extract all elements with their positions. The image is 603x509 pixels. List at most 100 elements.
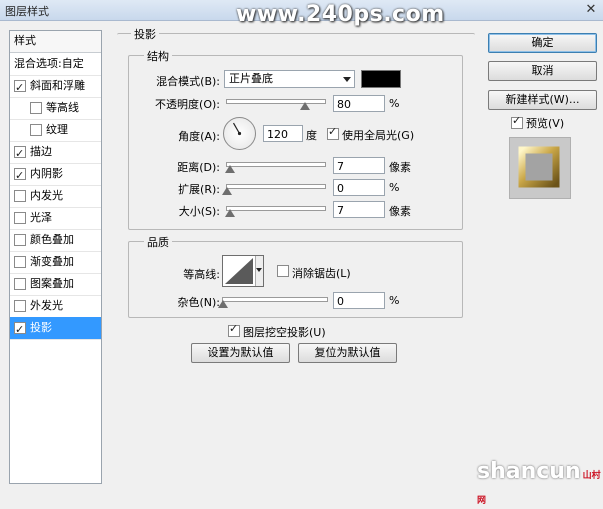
- cancel-button[interactable]: 取消: [488, 61, 597, 81]
- distance-unit: 像素: [389, 161, 411, 174]
- style-item-checkbox[interactable]: [30, 124, 42, 136]
- shadow-color-swatch[interactable]: [361, 70, 401, 88]
- watermark: www.240ps.com: [236, 2, 445, 27]
- style-item-label: 纹理: [46, 123, 68, 136]
- style-item[interactable]: 内阴影: [10, 163, 101, 187]
- structure-title: 结构: [144, 48, 172, 64]
- distance-slider[interactable]: [226, 162, 326, 167]
- style-item[interactable]: 颜色叠加: [10, 229, 101, 252]
- distance-label: 距离(D):: [177, 161, 220, 174]
- chevron-down-icon: [343, 77, 351, 82]
- style-item[interactable]: 图案叠加: [10, 273, 101, 296]
- style-item[interactable]: 描边: [10, 141, 101, 165]
- style-item-checkbox[interactable]: [14, 234, 26, 246]
- style-item-label: 斜面和浮雕: [30, 79, 85, 92]
- style-item-label: 等高线: [46, 101, 79, 114]
- blend-mode-label: 混合模式(B):: [156, 75, 220, 88]
- global-light-checkbox[interactable]: [327, 125, 339, 140]
- anti-alias-checkbox[interactable]: [277, 265, 289, 277]
- contour-label: 等高线:: [183, 268, 220, 281]
- style-item[interactable]: 外发光: [10, 295, 101, 318]
- style-item[interactable]: 斜面和浮雕: [10, 75, 101, 99]
- style-item-checkbox[interactable]: [14, 212, 26, 224]
- style-item-label: 混合选项:自定: [14, 57, 84, 70]
- style-item[interactable]: 混合选项:自定: [10, 53, 101, 76]
- angle-unit: 度: [306, 129, 317, 142]
- close-icon[interactable]: ✕: [583, 2, 599, 17]
- noise-label: 杂色(N):: [177, 296, 220, 309]
- style-item-label: 外发光: [30, 299, 63, 312]
- window-title: 图层样式: [5, 5, 49, 18]
- opacity-label: 不透明度(O):: [155, 98, 220, 111]
- anti-alias-label: 消除锯齿(L): [292, 267, 351, 280]
- contour-picker[interactable]: [222, 255, 264, 287]
- style-item[interactable]: 内发光: [10, 185, 101, 208]
- style-item-label: 图案叠加: [30, 277, 74, 290]
- contour-dropdown[interactable]: [255, 256, 263, 286]
- noise-slider[interactable]: [222, 297, 328, 302]
- size-label: 大小(S):: [178, 205, 220, 218]
- knockout-label: 图层挖空投影(U): [243, 326, 326, 339]
- style-item-label: 描边: [30, 145, 52, 158]
- distance-input[interactable]: 7: [333, 157, 385, 174]
- contour-preview-icon: [225, 258, 253, 284]
- site-logo: shancun 山村网: [477, 459, 603, 509]
- noise-input[interactable]: 0: [333, 292, 385, 309]
- style-item[interactable]: 光泽: [10, 207, 101, 230]
- angle-dial[interactable]: [223, 117, 256, 150]
- style-item-checkbox[interactable]: [14, 143, 26, 165]
- style-item[interactable]: 渐变叠加: [10, 251, 101, 274]
- style-item-label: 内发光: [30, 189, 63, 202]
- spread-label: 扩展(R):: [178, 183, 220, 196]
- style-item-checkbox[interactable]: [14, 278, 26, 290]
- preview-checkbox[interactable]: [511, 114, 523, 129]
- angle-input[interactable]: 120: [263, 125, 303, 142]
- size-slider-thumb[interactable]: [224, 209, 235, 217]
- distance-slider-thumb[interactable]: [224, 165, 235, 173]
- style-preview-thumbnail: [509, 137, 571, 199]
- angle-label: 角度(A):: [178, 130, 220, 143]
- size-input[interactable]: 7: [333, 201, 385, 218]
- style-item-label: 内阴影: [30, 167, 63, 180]
- style-item-checkbox[interactable]: [14, 319, 26, 341]
- spread-input[interactable]: 0: [333, 179, 385, 196]
- new-style-button[interactable]: 新建样式(W)...: [488, 90, 597, 110]
- style-item-checkbox[interactable]: [14, 256, 26, 268]
- drop-shadow-title: 投影: [131, 26, 159, 42]
- global-light-label: 使用全局光(G): [342, 129, 415, 142]
- style-item-checkbox[interactable]: [14, 300, 26, 312]
- opacity-unit: %: [389, 97, 400, 110]
- blend-mode-select[interactable]: 正片叠底: [224, 70, 355, 88]
- styles-header[interactable]: 样式: [10, 31, 101, 53]
- style-item[interactable]: 纹理: [10, 119, 101, 142]
- reset-default-button[interactable]: 复位为默认值: [298, 343, 397, 363]
- styles-list: 样式 混合选项:自定斜面和浮雕等高线纹理描边内阴影内发光光泽颜色叠加渐变叠加图案…: [9, 30, 102, 484]
- style-item-label: 投影: [30, 321, 52, 334]
- style-item-label: 光泽: [30, 211, 52, 224]
- noise-slider-thumb[interactable]: [218, 300, 228, 308]
- size-slider[interactable]: [226, 206, 326, 211]
- opacity-slider-thumb[interactable]: [299, 102, 310, 110]
- knockout-checkbox[interactable]: [228, 322, 240, 337]
- style-item-label: 渐变叠加: [30, 255, 74, 268]
- style-item-checkbox[interactable]: [30, 102, 42, 114]
- blend-mode-value: 正片叠底: [229, 72, 273, 85]
- style-item[interactable]: 投影: [10, 317, 101, 341]
- logo-text: shancun: [477, 459, 581, 484]
- style-item-checkbox[interactable]: [14, 77, 26, 99]
- preview-frame-icon: [518, 146, 560, 188]
- ok-button[interactable]: 确定: [488, 33, 597, 53]
- quality-title: 品质: [144, 234, 172, 250]
- spread-unit: %: [389, 181, 400, 194]
- make-default-button[interactable]: 设置为默认值: [191, 343, 290, 363]
- noise-unit: %: [389, 294, 400, 307]
- spread-slider-thumb[interactable]: [222, 187, 232, 195]
- style-item-checkbox[interactable]: [14, 165, 26, 187]
- style-item[interactable]: 等高线: [10, 97, 101, 120]
- preview-label: 预览(V): [526, 117, 565, 130]
- size-unit: 像素: [389, 205, 411, 218]
- opacity-slider[interactable]: [226, 99, 326, 104]
- opacity-input[interactable]: 80: [333, 95, 385, 112]
- style-item-checkbox[interactable]: [14, 190, 26, 202]
- spread-slider[interactable]: [226, 184, 326, 189]
